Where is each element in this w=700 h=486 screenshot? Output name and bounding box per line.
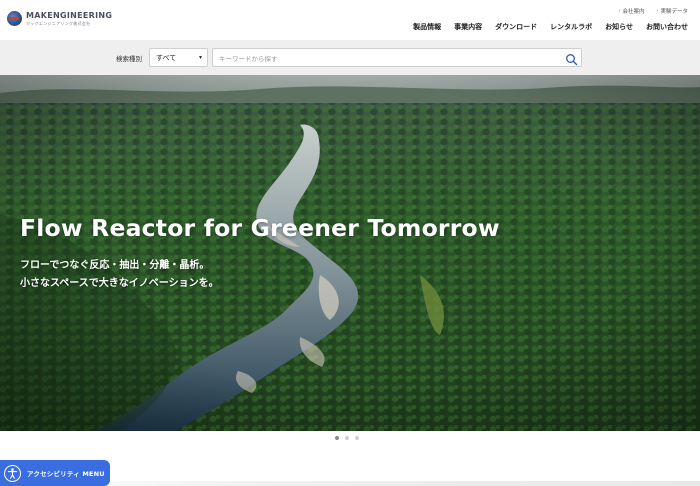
utility-link-experiment-data[interactable]: › 実験データ [656,7,688,15]
chevron-right-icon: › [618,8,621,14]
nav-item-download[interactable]: ダウンロード [495,22,537,32]
search-type-value: すべて [156,53,177,62]
chevron-down-icon: ▾ [198,54,202,61]
hero-slider: Flow Reactor for Greener Tomorrow フローでつな… [0,75,700,431]
brand-text: MAKENGINEERING マックエンジニアリング株式会社 [26,11,112,26]
hero-subtitle-line-1: フローでつなぐ反応・抽出・分離・晶析。 [20,260,210,271]
hero-title: Flow Reactor for Greener Tomorrow [20,214,500,242]
nav-item-rental-lab[interactable]: レンタルラボ [550,22,592,32]
utility-link-label: 実験データ [660,9,688,15]
accessibility-menu-label: アクセシビリティ MENU [27,470,105,478]
nav-item-business[interactable]: 事業内容 [454,22,482,32]
utility-link-label: 会社案内 [622,9,645,15]
brand-logo[interactable]: MAKENGINEERING マックエンジニアリング株式会社 [7,11,112,26]
brand-subtitle: マックエンジニアリング株式会社 [26,21,91,26]
hero-subtitle: フローでつなぐ反応・抽出・分離・晶析。 小さなスペースで大きなイノベーションを。 [20,257,219,293]
utility-link-company[interactable]: › 会社案内 [618,7,644,15]
brand-logo-icon [7,11,22,26]
search-button[interactable] [565,51,578,66]
accessibility-menu-button[interactable]: アクセシビリティ MENU [0,460,110,486]
hero-forest-river-image [0,75,700,431]
search-input[interactable]: キーワードから探す [212,48,582,67]
search-placeholder: キーワードから探す [219,54,278,63]
chevron-right-icon: › [656,8,659,14]
carousel-dot-1[interactable] [335,436,339,440]
carousel-pagination [335,436,359,440]
carousel-dot-2[interactable] [345,436,349,440]
nav-item-news[interactable]: お知らせ [605,22,633,32]
search-icon [566,54,578,66]
utility-links: › 会社案内 › 実験データ [618,7,688,15]
search-type-label: 検索種別 [116,55,142,63]
nav-item-contact[interactable]: お問い合わせ [646,22,688,32]
main-nav: 製品情報 事業内容 ダウンロード レンタルラボ お知らせ お問い合わせ [413,22,688,32]
carousel-dot-3[interactable] [355,436,359,440]
site-header: MAKENGINEERING マックエンジニアリング株式会社 › 会社案内 › … [0,0,700,40]
search-type-select[interactable]: すべて ▾ [149,48,208,67]
hero-subtitle-line-2: 小さなスペースで大きなイノベーションを。 [20,278,219,289]
brand-name: MAKENGINEERING [26,11,113,20]
nav-item-products[interactable]: 製品情報 [413,22,441,32]
accessibility-icon [4,464,21,482]
